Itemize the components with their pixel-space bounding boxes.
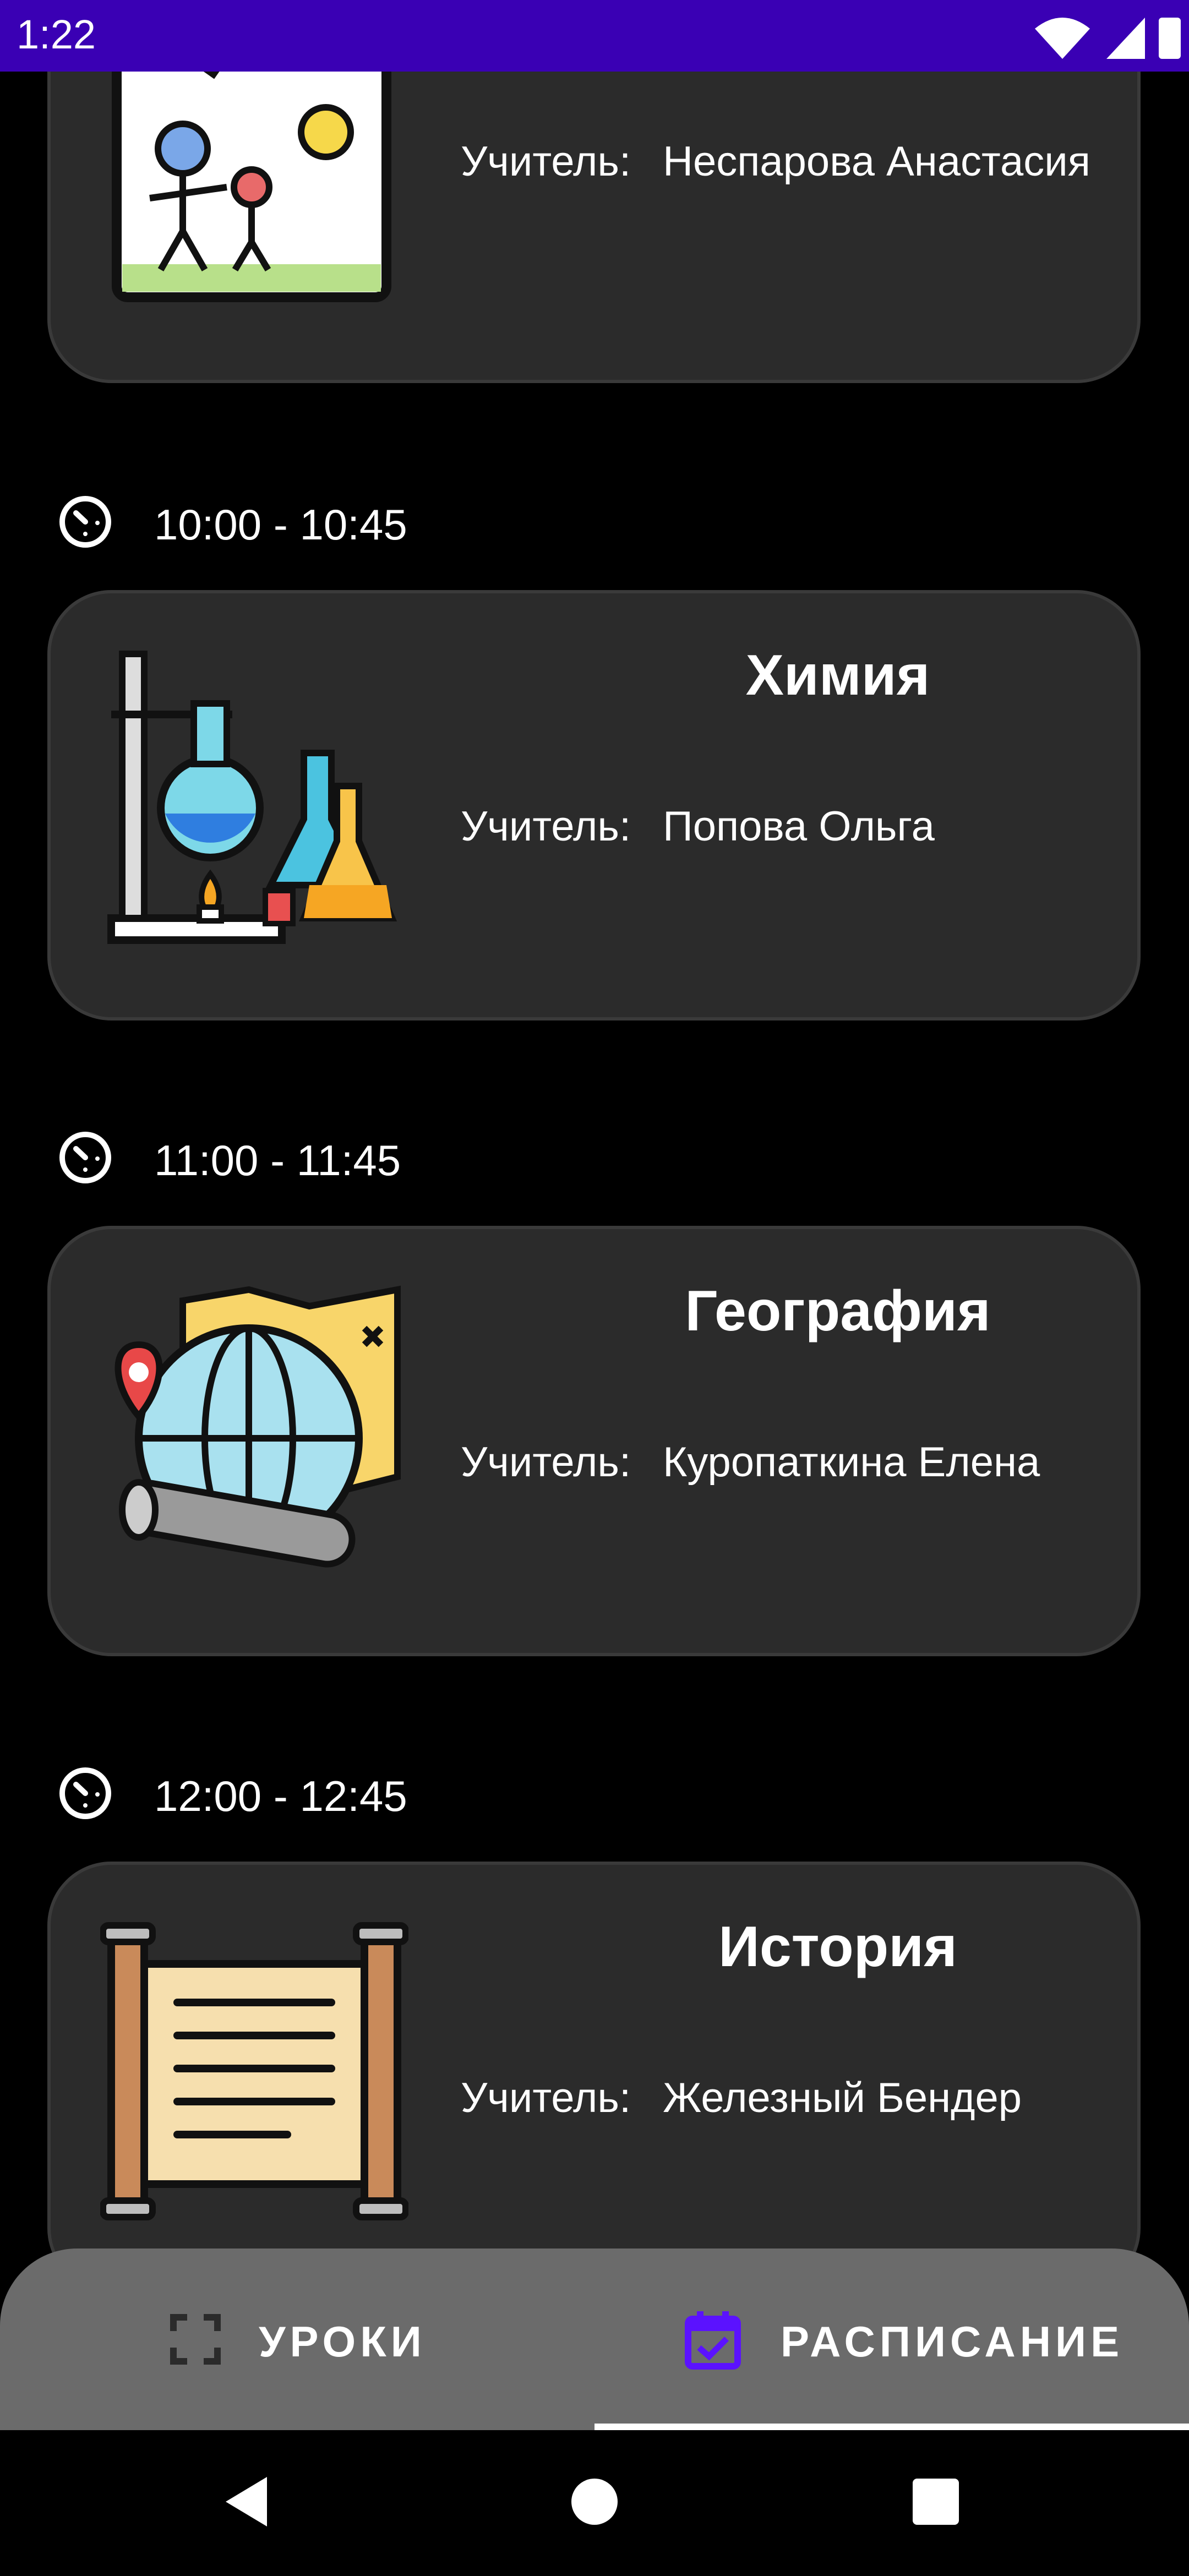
timer-icon — [59, 1767, 111, 1819]
status-time: 1:22 — [17, 12, 96, 57]
teacher-name: Железный Бендер — [663, 2075, 1022, 2121]
geography-icon — [114, 1285, 401, 1568]
status-bar: 1:22 — [0, 0, 1189, 72]
teacher-label: Учитель: — [461, 2075, 631, 2121]
lesson-time: 12:00 - 12:45 — [154, 1772, 407, 1820]
timer-icon — [59, 496, 111, 548]
teacher-label: Учитель: — [461, 803, 631, 850]
fullscreen-icon — [170, 2314, 221, 2365]
tab-schedule[interactable]: РАСПИСАНИЕ — [594, 2248, 1189, 2430]
status-icons — [1035, 18, 1181, 59]
lesson-teacher: Учитель: Куропаткина Елена — [461, 1438, 1040, 1486]
lesson-card-chemistry[interactable]: Химия Учитель: Попова Ольга — [51, 593, 1137, 1017]
back-icon[interactable] — [215, 2469, 281, 2535]
lesson-subject: История — [718, 1915, 957, 1979]
teacher-name: Неспарова Анастасия — [663, 138, 1090, 185]
lesson-teacher: Учитель: Железный Бендер — [461, 2074, 1022, 2122]
recents-icon[interactable] — [903, 2469, 969, 2535]
bottom-navigation: УРОКИ РАСПИСАНИЕ — [0, 2248, 1189, 2430]
signal-icon — [1106, 18, 1145, 59]
lesson-subject: Химия — [745, 643, 930, 707]
wifi-icon — [1035, 18, 1090, 59]
lesson-subject: География — [685, 1279, 991, 1343]
lesson-teacher: Учитель: Попова Ольга — [461, 803, 935, 850]
lesson-time: 10:00 - 10:45 — [154, 500, 407, 549]
teacher-label: Учитель: — [461, 138, 631, 185]
system-navigation-bar — [0, 2430, 1189, 2576]
home-icon[interactable] — [561, 2469, 628, 2535]
teacher-name: Куропаткина Елена — [663, 1439, 1040, 1486]
battery-icon — [1159, 18, 1181, 59]
lesson-card-history[interactable]: История Учитель: Железный Бендер — [51, 1865, 1137, 2289]
active-tab-indicator — [594, 2424, 1189, 2430]
tab-lessons[interactable]: УРОКИ — [0, 2248, 594, 2430]
tab-schedule-label: РАСПИСАНИЕ — [781, 2317, 1124, 2366]
schedule-list[interactable]: Учитель: Неспарова Анастасия 10:00 - 10:4… — [0, 0, 1189, 2576]
lesson-time: 11:00 - 11:45 — [154, 1136, 401, 1185]
lesson-teacher: Учитель: Неспарова Анастасия — [461, 138, 1090, 185]
tab-lessons-label: УРОКИ — [259, 2317, 426, 2366]
lesson-card-geography[interactable]: География Учитель: Куропаткина Елена — [51, 1229, 1137, 1653]
calendar-check-icon — [685, 2311, 741, 2370]
teacher-label: Учитель: — [461, 1439, 631, 1486]
timer-icon — [59, 1132, 111, 1183]
teacher-name: Попова Ольга — [663, 803, 935, 850]
history-scroll-icon — [100, 1922, 408, 2220]
chemistry-icon — [107, 651, 397, 944]
